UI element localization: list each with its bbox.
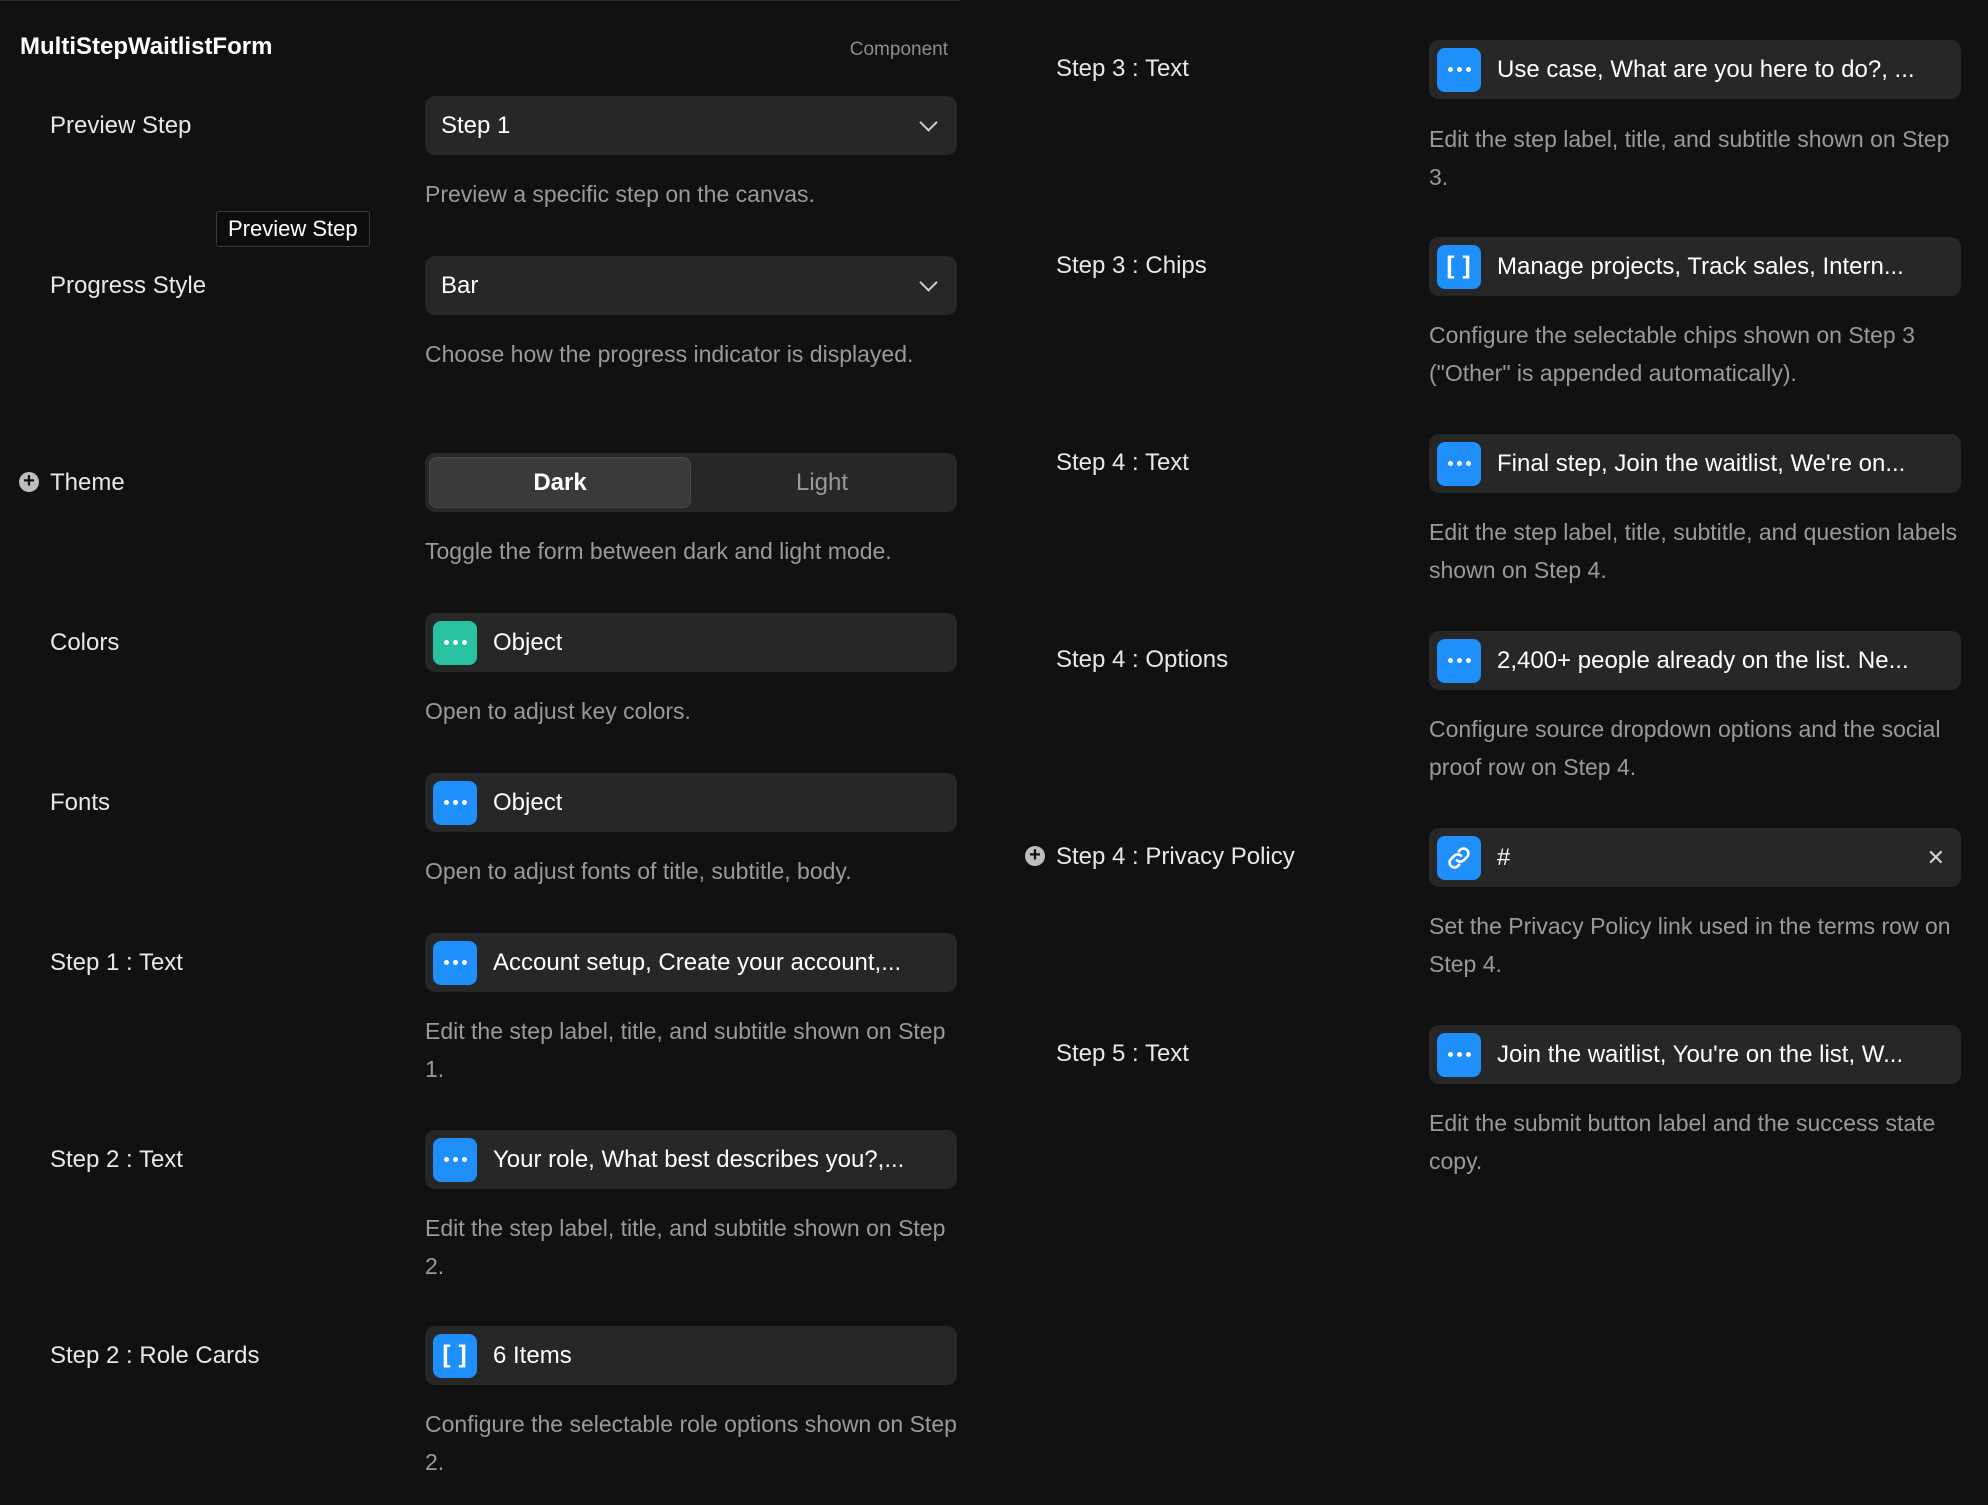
progress-style-desc: Choose how the progress indicator is dis… — [425, 341, 914, 367]
component-title: MultiStepWaitlistForm — [20, 33, 273, 60]
step3-chips-field[interactable]: [] Manage projects, Track sales, Intern.… — [1429, 237, 1961, 296]
ellipsis-icon[interactable] — [433, 940, 477, 985]
colors-desc: Open to adjust key colors. — [425, 698, 691, 724]
step4-privacy-link-field[interactable]: # ✕ — [1429, 828, 1961, 887]
colors-object-field[interactable]: Object — [425, 613, 957, 672]
ellipsis-icon[interactable] — [433, 780, 477, 825]
theme-label: + Theme — [19, 469, 125, 497]
preview-step-select[interactable]: Step 1 — [425, 96, 957, 155]
step4-options-value: 2,400+ people already on the list. Ne... — [1497, 646, 1909, 674]
ellipsis-icon[interactable] — [1437, 1032, 1481, 1077]
plus-circle-icon[interactable]: + — [19, 471, 39, 492]
step3-chips-label: Step 3 : Chips — [1056, 252, 1207, 279]
properties-panel-left: MultiStepWaitlistForm Component Preview … — [0, 0, 960, 1505]
step5-text-value: Join the waitlist, You're on the list, W… — [1497, 1040, 1904, 1068]
step2-text-label: Step 2 : Text — [50, 1146, 183, 1173]
ellipsis-icon[interactable] — [1437, 47, 1481, 92]
progress-style-label: Progress Style — [50, 272, 207, 299]
step5-text-label: Step 5 : Text — [1056, 1040, 1189, 1067]
plus-circle-icon[interactable]: + — [1025, 845, 1045, 866]
step2-cards-desc: Configure the selectable role options sh… — [425, 1411, 957, 1475]
ellipsis-icon[interactable] — [433, 1137, 477, 1182]
theme-option-light[interactable]: Light — [691, 457, 953, 508]
fonts-desc: Open to adjust fonts of title, subtitle,… — [425, 858, 852, 884]
preview-step-tooltip: Preview Step — [216, 211, 370, 247]
step3-text-field[interactable]: Use case, What are you here to do?, ... — [1429, 40, 1961, 99]
step4-privacy-label: + Step 4 : Privacy Policy — [1025, 843, 1295, 871]
step4-options-label: Step 4 : Options — [1056, 646, 1229, 673]
preview-step-label: Preview Step — [50, 112, 192, 139]
preview-step-desc: Preview a specific step on the canvas. — [425, 181, 815, 207]
properties-panel-right: Step 3 : Text Use case, What are you her… — [1006, 0, 1988, 1504]
fonts-object-field[interactable]: Object — [425, 773, 957, 832]
preview-step-value: Step 1 — [441, 111, 511, 139]
step4-text-label: Step 4 : Text — [1056, 449, 1189, 476]
ellipsis-icon[interactable] — [1437, 441, 1481, 486]
step2-text-value: Your role, What best describes you?,... — [493, 1145, 905, 1173]
step2-cards-field[interactable]: [] 6 Items — [425, 1326, 957, 1385]
step4-privacy-label-text: Step 4 : Privacy Policy — [1056, 843, 1295, 870]
brackets-icon[interactable]: [] — [433, 1333, 477, 1378]
progress-style-value: Bar — [441, 271, 479, 299]
step4-text-desc: Edit the step label, title, subtitle, an… — [1429, 519, 1958, 583]
close-icon[interactable]: ✕ — [1927, 845, 1945, 871]
step2-cards-label: Step 2 : Role Cards — [50, 1342, 260, 1369]
step3-chips-value: Manage projects, Track sales, Intern... — [1497, 252, 1904, 280]
chevron-down-icon — [919, 273, 938, 292]
step1-text-desc: Edit the step label, title, and subtitle… — [425, 1018, 946, 1082]
theme-label-text: Theme — [50, 469, 125, 496]
step3-chips-desc: Configure the selectable chips shown on … — [1429, 322, 1915, 386]
theme-desc: Toggle the form between dark and light m… — [425, 538, 892, 564]
step5-text-field[interactable]: Join the waitlist, You're on the list, W… — [1429, 1025, 1961, 1084]
step4-privacy-desc: Set the Privacy Policy link used in the … — [1429, 913, 1951, 977]
progress-style-select[interactable]: Bar — [425, 256, 957, 315]
step1-text-label: Step 1 : Text — [50, 949, 183, 976]
step1-text-value: Account setup, Create your account,... — [493, 948, 902, 976]
step4-options-desc: Configure source dropdown options and th… — [1429, 716, 1941, 780]
step4-options-field[interactable]: 2,400+ people already on the list. Ne... — [1429, 631, 1961, 690]
step3-text-desc: Edit the step label, title, and subtitle… — [1429, 126, 1950, 190]
step2-cards-value: 6 Items — [493, 1341, 572, 1369]
step3-text-value: Use case, What are you here to do?, ... — [1497, 55, 1915, 83]
step2-text-field[interactable]: Your role, What best describes you?,... — [425, 1130, 957, 1189]
step4-privacy-value: # — [1497, 843, 1511, 871]
ellipsis-icon[interactable] — [1437, 638, 1481, 683]
component-tag: Component — [849, 39, 948, 60]
step5-text-desc: Edit the submit button label and the suc… — [1429, 1110, 1936, 1174]
step1-text-field[interactable]: Account setup, Create your account,... — [425, 933, 957, 992]
colors-label: Colors — [50, 629, 120, 656]
step4-text-field[interactable]: Final step, Join the waitlist, We're on.… — [1429, 434, 1961, 493]
theme-option-dark[interactable]: Dark — [429, 457, 691, 508]
step3-text-label: Step 3 : Text — [1056, 55, 1189, 82]
step4-text-value: Final step, Join the waitlist, We're on.… — [1497, 449, 1906, 477]
colors-value: Object — [493, 628, 563, 656]
link-icon[interactable] — [1437, 835, 1481, 880]
theme-toggle[interactable]: Dark Light — [425, 453, 957, 512]
brackets-icon[interactable]: [] — [1437, 244, 1481, 289]
chevron-down-icon — [919, 113, 938, 132]
ellipsis-icon[interactable] — [433, 620, 477, 665]
fonts-value: Object — [493, 788, 563, 816]
step2-text-desc: Edit the step label, title, and subtitle… — [425, 1215, 946, 1279]
fonts-label: Fonts — [50, 789, 111, 816]
